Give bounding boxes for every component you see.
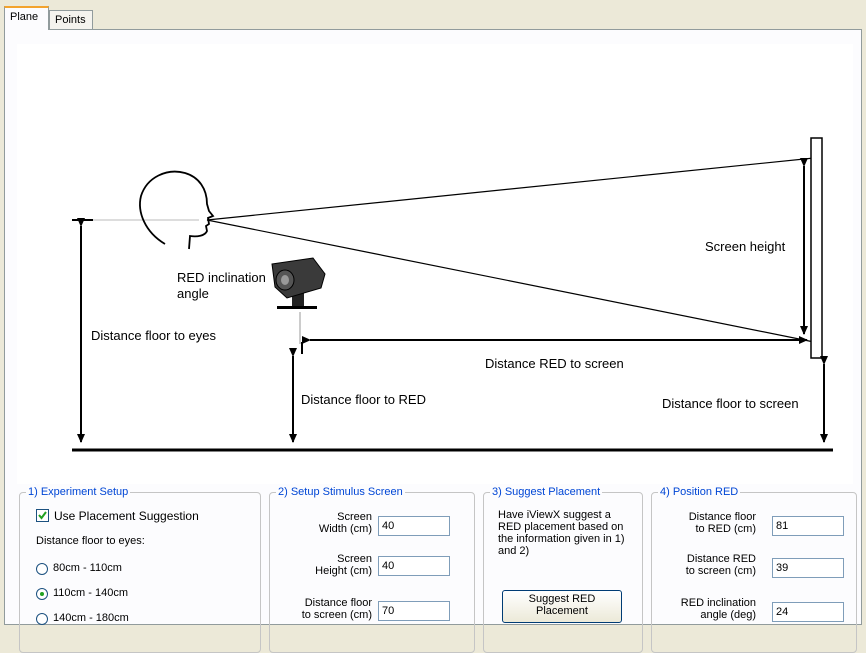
red-inclination-angle-input[interactable] (772, 602, 844, 622)
suggest-placement-description: Have iViewX suggest a RED placement base… (498, 509, 625, 557)
distance-floor-to-red-input[interactable] (772, 516, 844, 536)
screen-width-label: Screen Width (cm) (318, 511, 372, 535)
distance-red-to-screen-input[interactable] (772, 558, 844, 578)
suggest-red-placement-button[interactable]: Suggest RED Placement (502, 590, 622, 623)
plane-tab-panel: RED inclination angle Distance floor to … (4, 29, 862, 653)
radio-110-140[interactable] (36, 588, 48, 600)
distance-floor-to-red-label: Distance floor to RED (cm) (688, 511, 756, 535)
screen-width-input[interactable] (378, 516, 450, 536)
stimulus-screen-group: 2) Setup Stimulus Screen Screen Width (c… (269, 486, 475, 653)
radio-80-110[interactable] (36, 563, 48, 575)
label-screen-height: Screen height (705, 239, 786, 254)
suggest-placement-group: 3) Suggest Placement Have iViewX suggest… (483, 486, 643, 653)
use-placement-checkbox[interactable] (36, 509, 49, 522)
distance-floor-to-screen-input[interactable] (378, 601, 450, 621)
red-device-icon (271, 257, 326, 309)
tab-points[interactable]: Points (49, 10, 93, 29)
stimulus-screen-title: 2) Setup Stimulus Screen (278, 486, 403, 498)
suggest-placement-title: 3) Suggest Placement (492, 486, 601, 498)
radio-140-180[interactable] (36, 613, 48, 625)
diagram-svg: RED inclination angle Distance floor to … (72, 137, 833, 452)
label-red-inclination-1: RED inclination (177, 270, 266, 285)
label-distance-floor-to-eyes: Distance floor to eyes (91, 328, 217, 343)
placement-diagram: RED inclination angle Distance floor to … (17, 44, 853, 484)
radio-80-110-label[interactable]: 80cm - 110cm (53, 562, 122, 574)
label-distance-red-to-screen: Distance RED to screen (485, 356, 624, 371)
tab-plane[interactable]: Plane (4, 6, 49, 30)
distance-red-to-screen-label: Distance RED to screen (cm) (685, 553, 756, 577)
position-red-title: 4) Position RED (660, 486, 739, 498)
red-inclination-angle-label: RED inclination angle (deg) (680, 597, 756, 621)
screen-height-label: Screen Height (cm) (315, 553, 372, 577)
distance-floor-to-eyes-label: Distance floor to eyes: (36, 535, 145, 547)
stimulus-screen (810, 137, 823, 359)
radio-140-180-label[interactable]: 140cm - 180cm (53, 612, 129, 624)
distance-floor-to-screen-label: Distance floor to screen (cm) (301, 597, 372, 621)
use-placement-label[interactable]: Use Placement Suggestion (54, 509, 199, 523)
head-icon (139, 170, 215, 250)
view-line-top (206, 157, 815, 221)
experiment-setup-title: 1) Experiment Setup (28, 486, 129, 498)
label-distance-floor-to-screen: Distance floor to screen (662, 396, 799, 411)
label-red-inclination-2: angle (177, 286, 209, 301)
checkmark-icon (38, 511, 47, 520)
radio-selected-dot (40, 592, 44, 596)
radio-110-140-label[interactable]: 110cm - 140cm (53, 587, 128, 599)
screen-height-input[interactable] (378, 556, 450, 576)
label-distance-floor-to-red: Distance floor to RED (301, 392, 426, 407)
position-red-group: 4) Position RED Distance floor to RED (c… (651, 486, 857, 653)
experiment-setup-group: 1) Experiment Setup Use Placement Sugges… (19, 486, 261, 653)
